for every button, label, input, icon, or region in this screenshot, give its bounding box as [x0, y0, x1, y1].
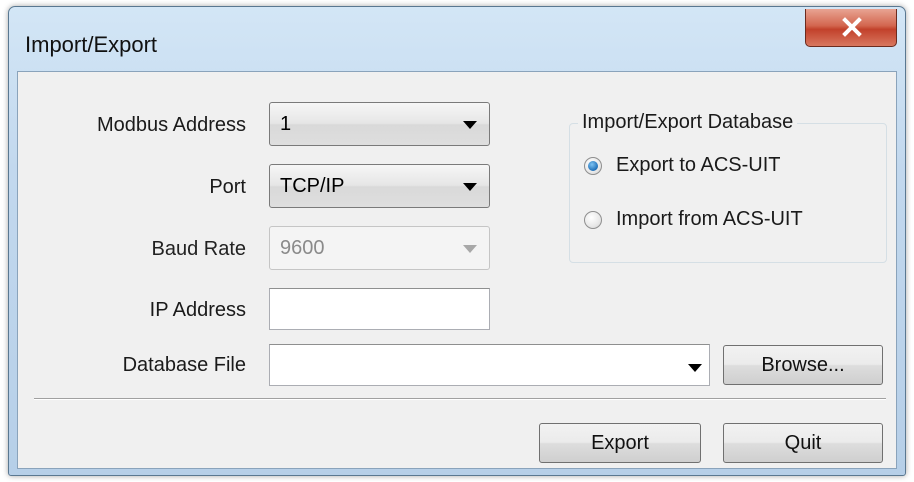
chevron-down-icon — [463, 121, 477, 129]
port-value: TCP/IP — [280, 175, 345, 197]
modbus-address-dropdown[interactable]: 1 — [269, 102, 490, 146]
import-export-database-group: Import/Export Database Export to ACS-UIT… — [569, 111, 887, 263]
chevron-down-icon — [463, 245, 477, 253]
browse-button[interactable]: Browse... — [723, 345, 883, 385]
group-title: Import/Export Database — [578, 111, 798, 134]
close-button[interactable] — [805, 9, 897, 47]
window-title: Import/Export — [25, 32, 158, 57]
ip-address-label: IP Address — [149, 299, 246, 321]
port-label: Port — [209, 176, 246, 198]
baud-rate-value: 9600 — [280, 237, 325, 259]
export-button[interactable]: Export — [539, 423, 701, 463]
import-radio-option[interactable]: Import from ACS-UIT — [584, 208, 864, 236]
database-file-label: Database File — [122, 354, 246, 376]
baud-rate-dropdown: 9600 — [269, 226, 490, 270]
import-radio-label: Import from ACS-UIT — [616, 208, 803, 230]
quit-button[interactable]: Quit — [723, 423, 883, 463]
ip-address-input[interactable] — [269, 288, 490, 330]
dialog-window: Import/Export Modbus Address 1 Port TCP/… — [8, 6, 906, 476]
export-radio-option[interactable]: Export to ACS-UIT — [584, 154, 864, 182]
port-dropdown[interactable]: TCP/IP — [269, 164, 490, 208]
baud-rate-label: Baud Rate — [151, 238, 246, 260]
database-file-input[interactable] — [269, 344, 710, 386]
radio-unselected-icon[interactable] — [584, 211, 602, 229]
chevron-down-icon — [463, 183, 477, 191]
modbus-address-value: 1 — [280, 113, 292, 135]
radio-selected-icon[interactable] — [584, 157, 602, 175]
chevron-down-icon[interactable] — [688, 364, 702, 372]
close-icon — [842, 17, 862, 37]
modbus-address-label: Modbus Address — [97, 114, 246, 136]
export-radio-label: Export to ACS-UIT — [616, 154, 781, 176]
dialog-client-area: Modbus Address 1 Port TCP/IP Baud Rate 9… — [17, 71, 897, 469]
radio-dot-icon — [588, 161, 598, 171]
divider — [34, 398, 886, 400]
